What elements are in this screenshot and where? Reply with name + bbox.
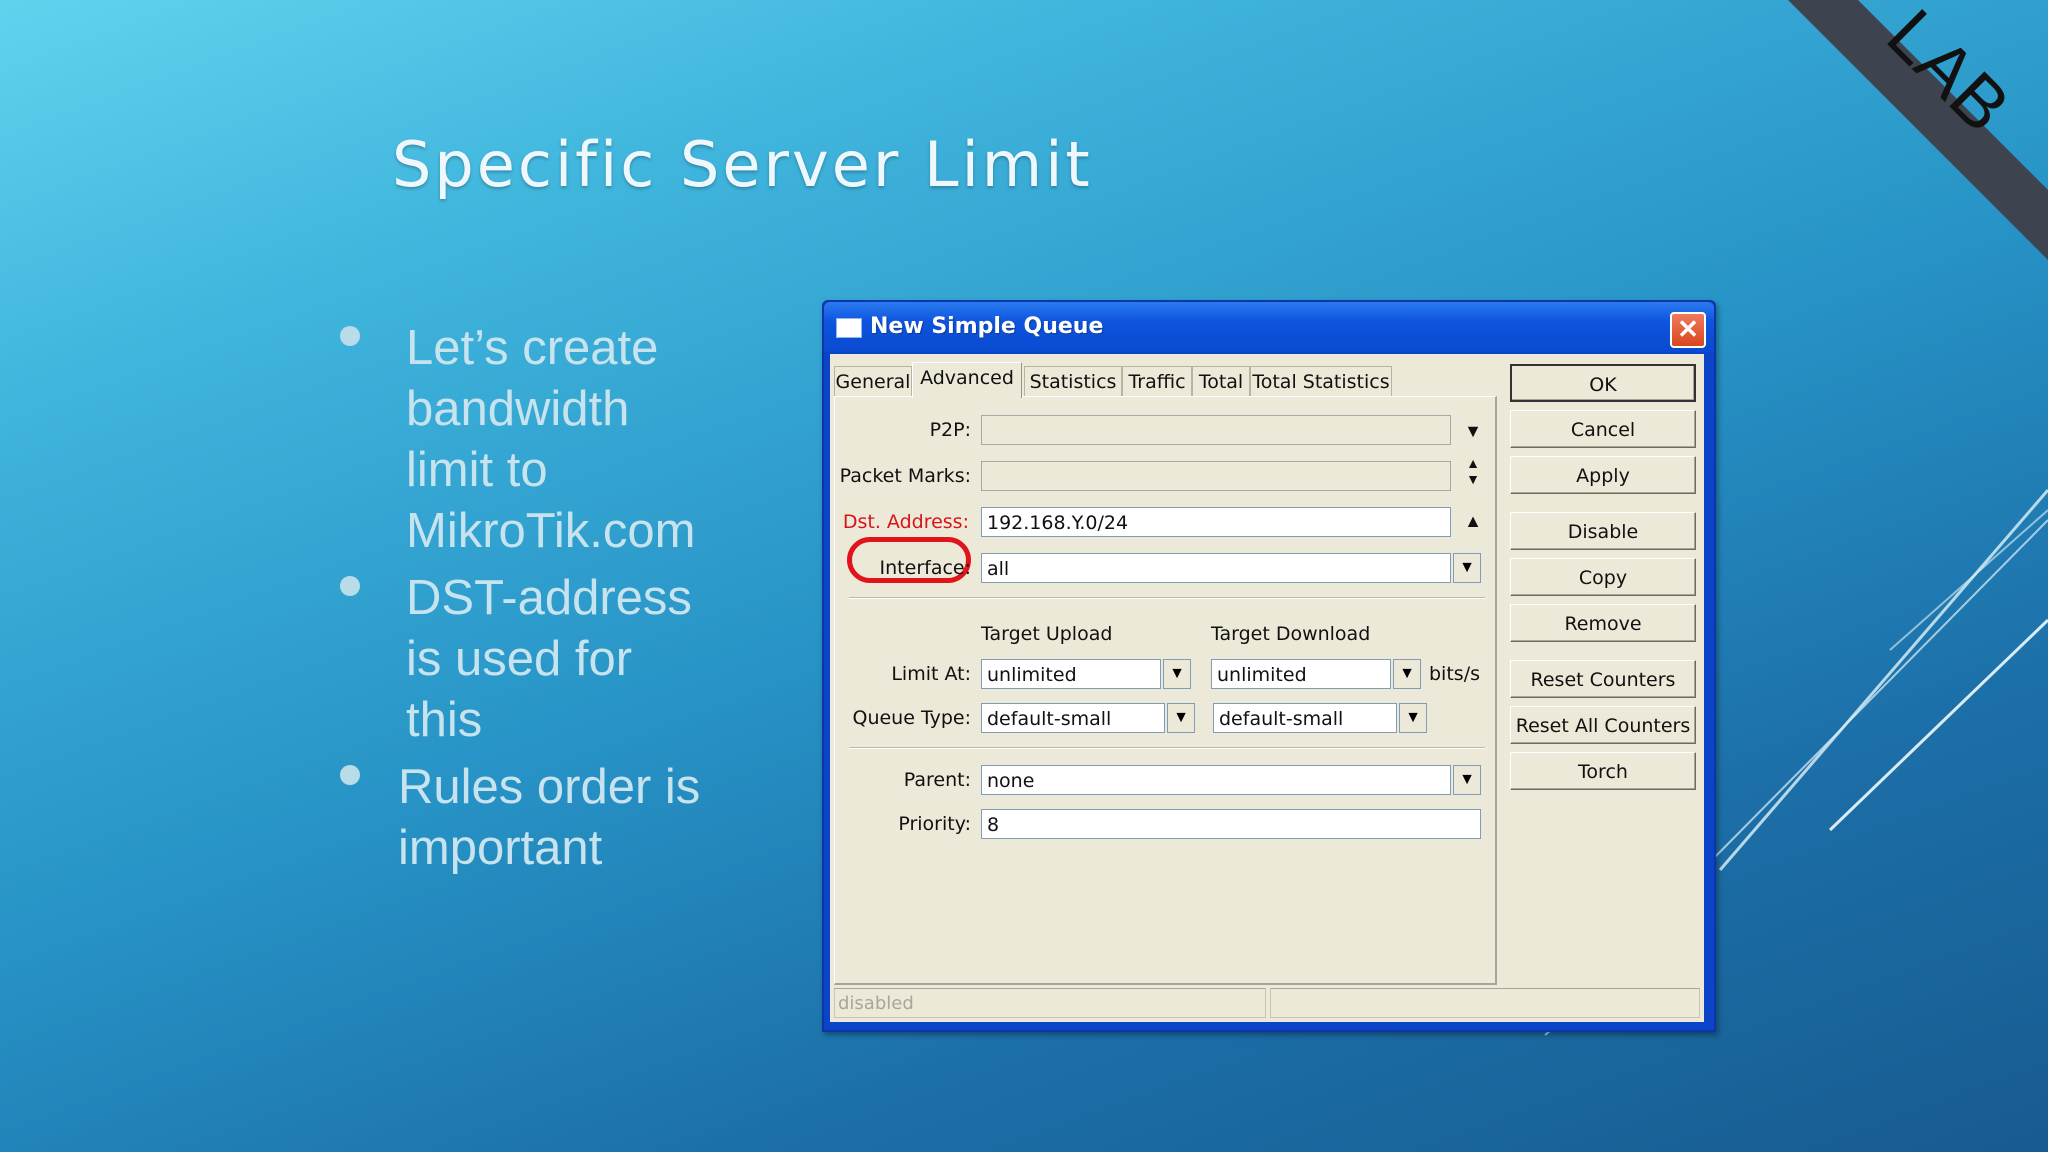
separator [849, 747, 1485, 749]
separator [849, 597, 1485, 599]
bullet-text: Let’s create bandwidth limit to MikroTik… [406, 321, 696, 558]
limit-at-upload-field[interactable]: unlimited [981, 659, 1161, 689]
lab-corner-badge: LAB [1788, 0, 2048, 260]
interface-field[interactable]: all [981, 553, 1451, 583]
tab-total-statistics[interactable]: Total Statistics [1250, 366, 1392, 397]
window-title: New Simple Queue [870, 314, 1104, 339]
target-download-header: Target Download [1211, 623, 1371, 645]
disable-button[interactable]: Disable [1510, 512, 1696, 550]
bullet-dot-icon [340, 765, 360, 785]
p2p-dropdown-icon[interactable]: ▼ [1461, 419, 1485, 443]
limit-at-label: Limit At: [891, 663, 971, 685]
dst-address-field[interactable]: 192.168.Y.0/24 [981, 507, 1451, 537]
ok-button[interactable]: OK [1510, 364, 1696, 402]
limit-at-upload-dropdown-icon[interactable]: ▼ [1163, 659, 1191, 689]
close-button[interactable]: ✕ [1670, 312, 1706, 348]
slide-title: Specific Server Limit [392, 128, 1093, 201]
new-simple-queue-dialog: New Simple Queue ✕ General Advanced Stat… [822, 300, 1716, 1032]
priority-label: Priority: [898, 813, 971, 835]
packet-marks-field[interactable] [981, 461, 1451, 491]
reset-all-counters-button[interactable]: Reset All Counters [1510, 706, 1696, 744]
bullet-list: Let’s create bandwidth limit to MikroTik… [340, 318, 780, 885]
dst-address-label: Dst. Address: [842, 511, 969, 533]
queue-type-upload-dropdown-icon[interactable]: ▼ [1167, 703, 1195, 733]
priority-field[interactable]: 8 [981, 809, 1481, 839]
tab-advanced[interactable]: Advanced [912, 362, 1022, 398]
queue-type-download-dropdown-icon[interactable]: ▼ [1399, 703, 1427, 733]
bullet-dot-icon [340, 326, 360, 346]
queue-type-label: Queue Type: [852, 707, 972, 729]
tab-statistics[interactable]: Statistics [1024, 366, 1122, 397]
dst-address-collapse-icon[interactable]: ▲ [1461, 509, 1485, 533]
queue-type-download-field[interactable]: default-small [1213, 703, 1397, 733]
bullet-item: Let’s create bandwidth limit to MikroTik… [340, 318, 780, 562]
parent-label: Parent: [903, 769, 971, 791]
p2p-field[interactable] [981, 415, 1451, 445]
limit-at-download-dropdown-icon[interactable]: ▼ [1393, 659, 1421, 689]
remove-button[interactable]: Remove [1510, 604, 1696, 642]
parent-dropdown-icon[interactable]: ▼ [1453, 765, 1481, 795]
limit-at-unit: bits/s [1429, 663, 1480, 685]
window-icon [836, 318, 862, 338]
copy-button[interactable]: Copy [1510, 558, 1696, 596]
packet-marks-updown-icon[interactable]: ▲ ▼ [1461, 455, 1485, 487]
interface-dropdown-icon[interactable]: ▼ [1453, 553, 1481, 583]
apply-button[interactable]: Apply [1510, 456, 1696, 494]
status-disabled: disabled [834, 988, 1266, 1018]
torch-button[interactable]: Torch [1510, 752, 1696, 790]
tab-traffic[interactable]: Traffic [1122, 366, 1192, 397]
bullet-item: Rules order is important [340, 757, 780, 879]
parent-field[interactable]: none [981, 765, 1451, 795]
advanced-panel: P2P: ▼ Packet Marks: ▲ ▼ Dst. Address: 19… [834, 396, 1497, 985]
bullet-text: DST-address is used for this [406, 571, 692, 747]
cancel-button[interactable]: Cancel [1510, 410, 1696, 448]
p2p-label: P2P: [929, 419, 971, 441]
bullet-text: Rules order is important [398, 760, 701, 875]
bullet-dot-icon [340, 576, 360, 596]
tab-total[interactable]: Total [1192, 366, 1250, 397]
tab-general[interactable]: General [834, 366, 912, 397]
bullet-item: DST-address is used for this [340, 568, 780, 751]
limit-at-download-field[interactable]: unlimited [1211, 659, 1391, 689]
reset-counters-button[interactable]: Reset Counters [1510, 660, 1696, 698]
title-bar[interactable]: New Simple Queue ✕ [824, 302, 1714, 352]
dialog-client-area: General Advanced Statistics Traffic Tota… [830, 354, 1704, 1022]
status-bar: disabled [834, 988, 1700, 1020]
interface-label: Interface: [879, 557, 971, 579]
packet-marks-label: Packet Marks: [839, 465, 971, 487]
status-right [1270, 988, 1700, 1018]
queue-type-upload-field[interactable]: default-small [981, 703, 1165, 733]
target-upload-header: Target Upload [981, 623, 1113, 645]
